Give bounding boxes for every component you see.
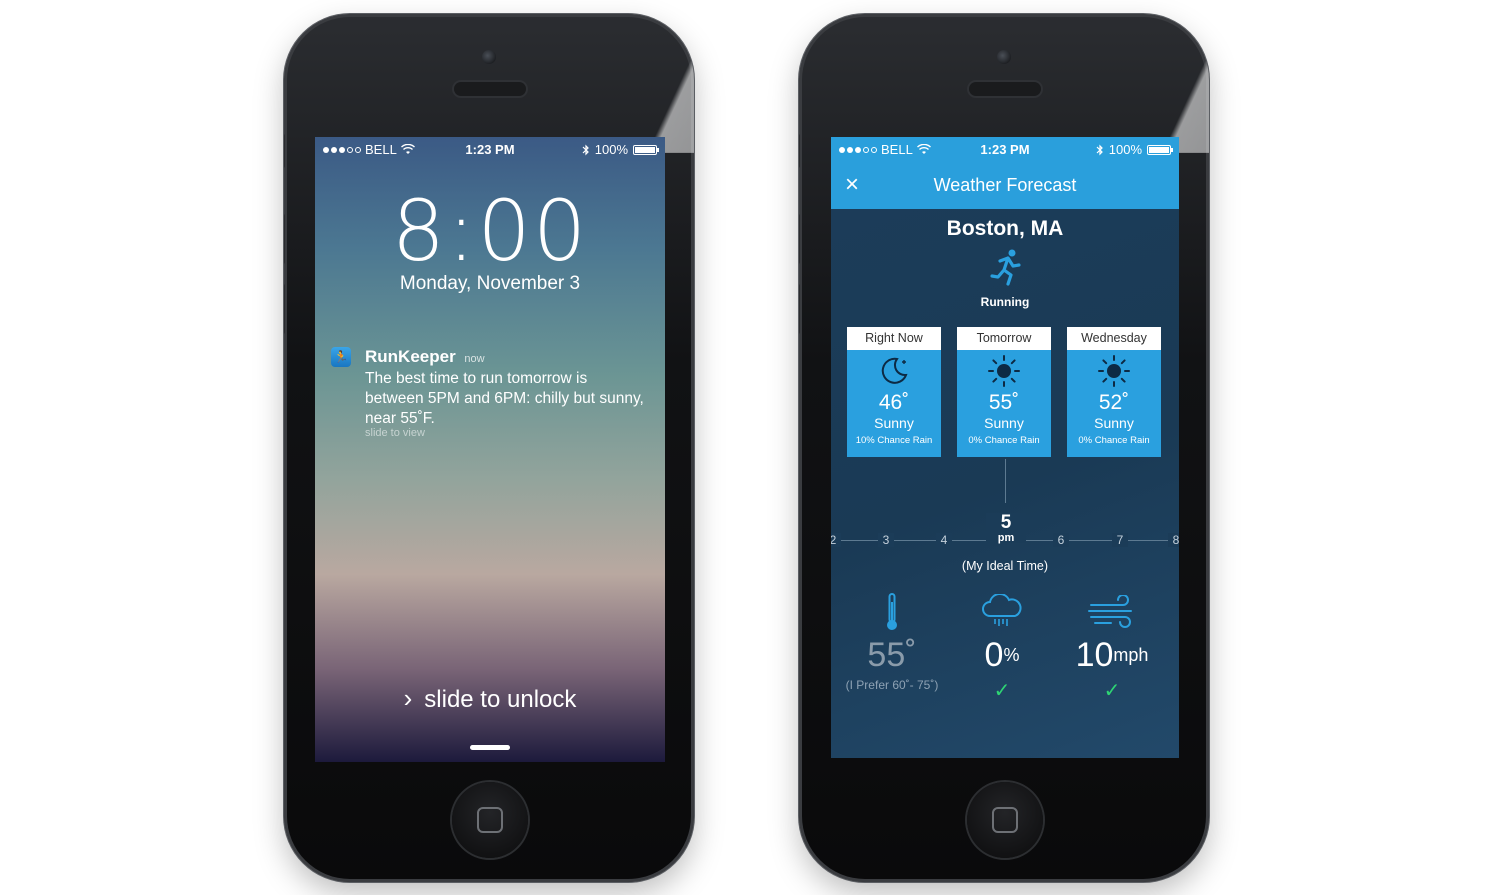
- forecast-card-right-now[interactable]: Right Now 46˚ Sunny 10% Chance Rain: [847, 327, 941, 457]
- selected-hour[interactable]: 5 pm: [986, 512, 1026, 544]
- wind-unit: mph: [1113, 645, 1149, 665]
- earpiece-speaker: [454, 82, 526, 96]
- card-day: Wednesday: [1067, 327, 1161, 350]
- wind-value: 10: [1075, 636, 1114, 674]
- volume-down-button: [799, 284, 800, 334]
- card-rain: 10% Chance Rain: [855, 435, 933, 446]
- card-condition: Sunny: [874, 415, 914, 431]
- slide-to-unlock[interactable]: › slide to unlock: [315, 683, 665, 714]
- earpiece-speaker: [969, 82, 1041, 96]
- card-rain: 0% Chance Rain: [1078, 435, 1150, 446]
- card-temp: 55˚: [988, 391, 1020, 414]
- card-rain: 0% Chance Rain: [968, 435, 1040, 446]
- notification-app: RunKeeper: [365, 347, 456, 366]
- status-bar: BELL 1:23 PM 100%: [831, 137, 1179, 161]
- lock-clock: 8:00: [391, 182, 589, 280]
- unlock-label: slide to unlock: [424, 686, 577, 713]
- ideal-time-caption: (My Ideal Time): [961, 559, 1049, 573]
- forecast-card-tomorrow[interactable]: Tomorrow 55˚ Sunny 0% Chance Rain: [957, 327, 1051, 457]
- timeline-connector: [1005, 459, 1006, 503]
- battery-percent: 100%: [1108, 142, 1142, 157]
- timeline-tick: 6: [1053, 533, 1069, 547]
- card-day: Tomorrow: [957, 327, 1051, 350]
- control-center-grabber[interactable]: [470, 745, 510, 750]
- battery-icon: [1147, 144, 1173, 155]
- rain-value: 0: [984, 636, 1004, 674]
- timeline-tick: 8: [1168, 533, 1179, 547]
- card-condition: Sunny: [984, 415, 1024, 431]
- card-temp: 46˚: [878, 391, 910, 414]
- sun-icon: [1098, 355, 1130, 387]
- phone-right: BELL 1:23 PM 100% × Weather Forecast Bos…: [799, 14, 1209, 882]
- lock-date: Monday, November 3: [399, 273, 581, 294]
- front-camera: [997, 50, 1011, 64]
- mute-switch: [799, 134, 800, 168]
- notification-time: now: [464, 353, 485, 365]
- card-condition: Sunny: [1094, 415, 1134, 431]
- moon-icon: [881, 357, 908, 384]
- card-day: Right Now: [847, 327, 941, 350]
- sun-icon: [988, 355, 1020, 387]
- runkeeper-icon: 🏃: [331, 347, 351, 367]
- battery-icon: [633, 144, 659, 155]
- temperature-preference: (I Prefer 60˚- 75˚): [845, 678, 939, 692]
- volume-up-button: [284, 214, 285, 264]
- bluetooth-icon: [1096, 144, 1103, 155]
- wind-check-icon: ✓: [1103, 680, 1121, 702]
- chevron-right-icon: ›: [403, 683, 413, 713]
- front-camera: [482, 50, 496, 64]
- activity-label: Running: [980, 295, 1030, 309]
- city-title: Boston, MA: [946, 217, 1064, 240]
- mute-switch: [284, 134, 285, 168]
- forecast-card-wednesday[interactable]: Wednesday 52˚ Sunny 0% Chance Rain: [1067, 327, 1161, 457]
- notification-hint: slide to view: [365, 427, 425, 439]
- rain-check-icon: ✓: [993, 680, 1011, 702]
- battery-percent: 100%: [594, 142, 628, 157]
- nav-title: Weather Forecast: [933, 175, 1077, 195]
- bluetooth-icon: [582, 144, 589, 155]
- hour-timeline[interactable]: 2 3 4 6 7 8 5 pm: [831, 459, 1179, 557]
- selected-hour-number: 5: [1000, 512, 1012, 533]
- timeline-tick: 4: [936, 533, 952, 547]
- thermometer-icon: [887, 593, 897, 630]
- home-button[interactable]: [967, 782, 1043, 858]
- temperature-metric: 55˚ (I Prefer 60˚- 75˚): [837, 592, 947, 692]
- temperature-value: 55˚: [867, 636, 917, 674]
- volume-up-button: [799, 214, 800, 264]
- lock-screen: BELL 1:23 PM 100% 8:00 Monday, November …: [315, 137, 665, 762]
- rain-unit: %: [1003, 645, 1020, 665]
- notification[interactable]: 🏃 RunKeeper now The best time to run tom…: [331, 333, 649, 439]
- rain-metric: 0% ✓: [947, 592, 1057, 703]
- rain-cloud-icon: [982, 594, 1022, 626]
- timeline-tick: 3: [878, 533, 894, 547]
- nav-bar: × Weather Forecast: [831, 161, 1179, 209]
- volume-down-button: [284, 284, 285, 334]
- status-bar: BELL 1:23 PM 100%: [315, 137, 665, 161]
- card-temp: 52˚: [1098, 391, 1130, 414]
- timeline-tick: 7: [1112, 533, 1128, 547]
- running-icon: [990, 249, 1021, 286]
- weather-screen: BELL 1:23 PM 100% × Weather Forecast Bos…: [831, 137, 1179, 758]
- notification-message: The best time to run tomorrow is between…: [365, 370, 644, 427]
- wind-metric: 10mph ✓: [1057, 592, 1167, 703]
- home-button[interactable]: [452, 782, 528, 858]
- phone-left: BELL 1:23 PM 100% 8:00 Monday, November …: [284, 14, 694, 882]
- selected-hour-ampm: pm: [997, 532, 1015, 544]
- wind-icon: [1088, 595, 1132, 628]
- timeline-tick: 2: [831, 533, 841, 547]
